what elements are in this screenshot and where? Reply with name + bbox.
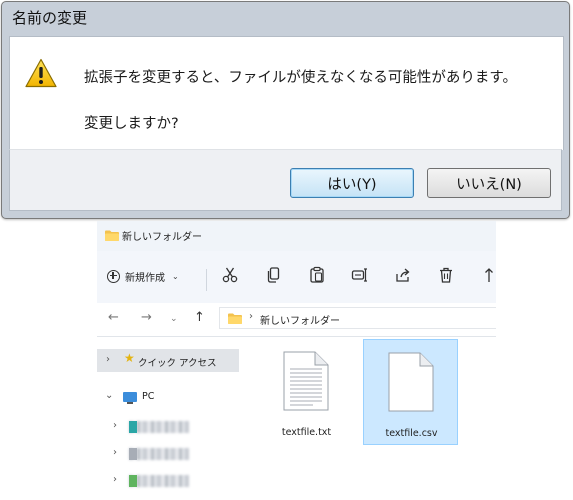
plus-circle-icon	[107, 269, 120, 283]
navigation-pane: › ★ クイック アクセス ⌄ PC › › ›	[97, 337, 239, 500]
new-button-label: 新規作成	[125, 272, 165, 284]
sort-icon[interactable]	[483, 266, 496, 284]
chevron-down-icon[interactable]: ⌄	[105, 390, 113, 401]
file-list: textfile.txt textfile.csv	[239, 337, 496, 500]
folder-icon	[228, 313, 242, 324]
drive-icon	[129, 475, 137, 487]
file-item[interactable]: textfile.txt	[259, 339, 354, 445]
text-document-icon	[283, 351, 329, 411]
blurred-label	[129, 421, 189, 433]
file-name: textfile.txt	[281, 427, 332, 438]
back-arrow-icon[interactable]: ←	[108, 311, 119, 325]
dialog-question: 変更しますか?	[84, 116, 179, 132]
file-item-selected[interactable]: textfile.csv	[363, 339, 458, 445]
nav-item-pc[interactable]: ⌄ PC	[97, 387, 239, 407]
dialog-message: 拡張子を変更すると、ファイルが使えなくなる可能性があります。	[84, 70, 517, 86]
chevron-right-icon[interactable]: ›	[106, 354, 110, 365]
up-arrow-icon[interactable]: ↑	[194, 311, 205, 325]
no-button[interactable]: いいえ(N)	[427, 168, 551, 198]
drive-icon	[129, 421, 137, 433]
recent-chevron-icon[interactable]: ⌄	[170, 312, 178, 326]
paste-icon[interactable]	[308, 266, 326, 284]
new-button[interactable]: 新規作成 ⌄	[107, 262, 179, 290]
breadcrumb-folder[interactable]: 新しいフォルダー	[260, 312, 340, 327]
blurred-label	[129, 448, 189, 460]
cut-icon[interactable]	[221, 266, 239, 284]
rename-icon[interactable]	[351, 266, 369, 284]
warning-icon	[25, 58, 57, 88]
toolbar-divider	[206, 269, 207, 291]
folder-icon	[105, 230, 119, 241]
yes-button[interactable]: はい(Y)	[290, 168, 414, 198]
computer-icon	[123, 392, 137, 404]
star-icon: ★	[124, 351, 135, 365]
chevron-right-icon[interactable]: ›	[113, 474, 117, 485]
copy-icon[interactable]	[265, 266, 283, 284]
drive-icon	[129, 448, 137, 460]
chevron-right-icon[interactable]: ›	[113, 420, 117, 431]
nav-item-drive[interactable]: ›	[97, 471, 239, 491]
nav-item-quick-access[interactable]: › ★ クイック アクセス	[97, 349, 239, 372]
share-icon[interactable]	[394, 266, 412, 284]
rename-dialog: 名前の変更 拡張子を変更すると、ファイルが使えなくなる可能性があります。 変更し…	[1, 1, 570, 219]
blurred-label	[129, 475, 189, 487]
address-bar[interactable]: › 新しいフォルダー	[219, 307, 496, 329]
file-name: textfile.csv	[385, 428, 438, 439]
forward-arrow-icon[interactable]: →	[141, 311, 152, 325]
nav-item-label: PC	[142, 391, 155, 402]
breadcrumb-chevron-icon: ›	[249, 311, 253, 322]
explorer-window-title: 新しいフォルダー	[122, 232, 202, 243]
chevron-right-icon[interactable]: ›	[113, 447, 117, 458]
dialog-title: 名前の変更	[12, 9, 88, 27]
delete-icon[interactable]	[437, 266, 455, 284]
blank-document-icon	[388, 352, 434, 412]
explorer-toolbar: 新規作成 ⌄	[97, 251, 496, 303]
nav-item-drive[interactable]: ›	[97, 417, 239, 437]
explorer-title-bar: 新しいフォルダー	[97, 221, 496, 251]
chevron-down-icon: ⌄	[172, 271, 179, 281]
nav-item-drive[interactable]: ›	[97, 444, 239, 464]
address-row: ← → ⌄ ↑ › 新しいフォルダー	[97, 303, 496, 333]
nav-item-label: クイック アクセス	[138, 358, 217, 369]
file-explorer: 新しいフォルダー 新規作成 ⌄ ← → ⌄ ↑ › 新しいフォルダー › ★ ク…	[97, 221, 496, 500]
